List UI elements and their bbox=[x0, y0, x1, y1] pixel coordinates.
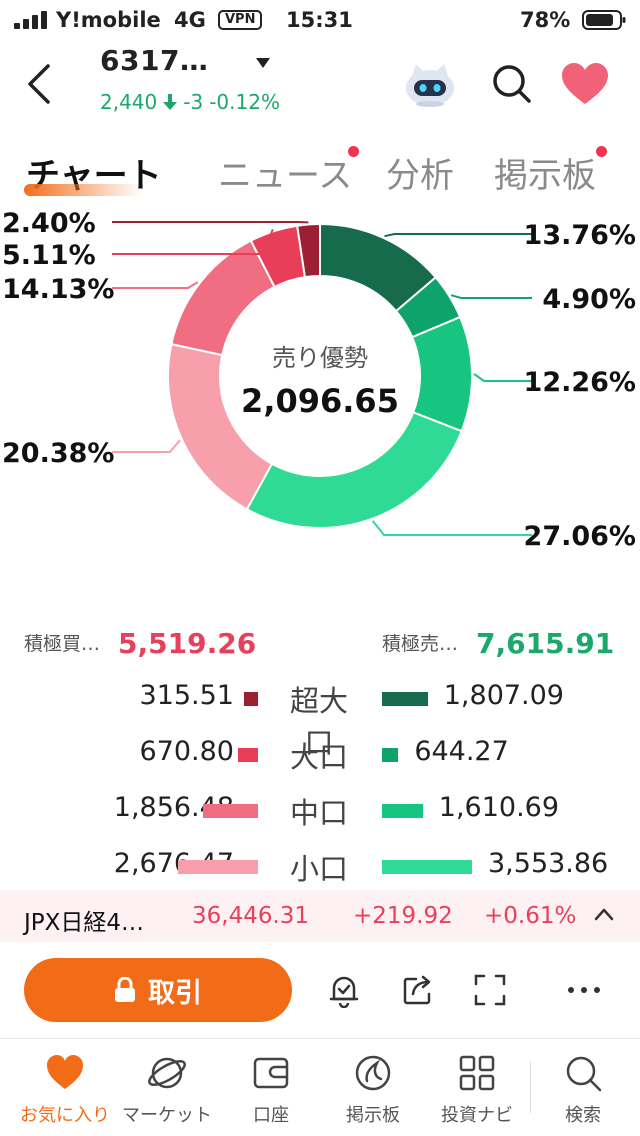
donut-slice bbox=[245, 411, 463, 529]
buy-bar bbox=[237, 748, 258, 762]
sell-value: 3,553.86 bbox=[488, 848, 609, 879]
trade-button-label: 取引 bbox=[148, 977, 202, 1009]
nav-search[interactable]: 検索 bbox=[530, 1039, 636, 1136]
nav-account[interactable]: 口座 bbox=[218, 1039, 324, 1136]
tab-bar: チャート ニュース 分析 掲示板 bbox=[0, 144, 640, 200]
nav-board[interactable]: 掲示板 bbox=[320, 1039, 426, 1136]
more-options-icon[interactable] bbox=[566, 972, 602, 1008]
donut-percent-label: 12.26% bbox=[524, 367, 636, 398]
nav-market[interactable]: マーケット bbox=[114, 1039, 220, 1136]
lock-icon bbox=[115, 977, 135, 1002]
donut-center-value: 2,096.65 bbox=[241, 382, 399, 420]
grid-icon bbox=[459, 1055, 495, 1091]
tab-board[interactable]: 掲示板 bbox=[494, 148, 596, 197]
nav-invest-navi[interactable]: 投資ナビ bbox=[424, 1039, 530, 1136]
donut-leader-line bbox=[384, 233, 532, 238]
breakdown-row-xl: 315.51 超大口 1,807.09 bbox=[0, 676, 640, 760]
carrier-name: Y!mobile bbox=[56, 8, 161, 32]
share-icon[interactable] bbox=[400, 972, 436, 1008]
vpn-badge: VPN bbox=[218, 10, 263, 30]
clock: 15:31 bbox=[286, 8, 353, 32]
search-icon[interactable] bbox=[490, 62, 532, 104]
aggressive-sell-summary: 積極売… 7,615.91 bbox=[382, 624, 615, 660]
sell-bar bbox=[382, 692, 428, 706]
chevron-up-icon[interactable] bbox=[592, 904, 616, 924]
battery-percent: 78% bbox=[520, 8, 571, 32]
aggressive-buy-label: 積極買… bbox=[24, 633, 101, 655]
active-tab-indicator bbox=[24, 184, 142, 196]
sell-bar bbox=[382, 804, 423, 818]
sell-value: 1,807.09 bbox=[443, 680, 564, 711]
aggressive-buy-summary: 積極買… 5,519.26 bbox=[24, 624, 257, 660]
trade-button[interactable]: 取引 bbox=[24, 958, 292, 1022]
price-change-pct: -0.12% bbox=[209, 90, 280, 114]
price-change: -3 bbox=[183, 90, 204, 114]
donut-percent-label: 20.38% bbox=[2, 438, 114, 469]
board-icon bbox=[355, 1055, 391, 1091]
tab-news[interactable]: ニュース bbox=[218, 148, 352, 197]
tab-analysis[interactable]: 分析 bbox=[386, 148, 454, 197]
donut-percent-label: 13.76% bbox=[524, 220, 636, 251]
news-unread-dot bbox=[348, 146, 359, 157]
search-icon bbox=[566, 1056, 602, 1092]
donut-center-title: 売り優勢 bbox=[272, 344, 368, 372]
buy-bar bbox=[202, 804, 258, 818]
stock-code[interactable]: 6317… bbox=[100, 44, 208, 77]
donut-leader-line bbox=[112, 439, 181, 453]
heart-icon bbox=[47, 1055, 83, 1089]
buy-bar bbox=[244, 692, 258, 706]
planet-icon bbox=[148, 1057, 186, 1089]
index-value: 36,446.31 bbox=[192, 903, 310, 929]
donut-percent-label: 14.13% bbox=[2, 274, 114, 305]
breakdown-row-large: 670.80 大口 644.27 bbox=[0, 732, 640, 778]
size-label: 大口 bbox=[289, 740, 348, 774]
donut-percent-label: 4.90% bbox=[542, 284, 636, 315]
breakdown-row-medium: 1,856.48 中口 1,610.69 bbox=[0, 788, 640, 834]
buy-value: 670.80 bbox=[139, 736, 234, 767]
back-arrow-icon[interactable] bbox=[22, 62, 56, 106]
buy-value: 315.51 bbox=[139, 680, 234, 711]
aggressive-buy-value: 5,519.26 bbox=[118, 627, 257, 660]
donut-percent-label: 5.11% bbox=[2, 240, 96, 271]
bottom-navigation: お気に入り マーケット 口座 掲示板 投資ナビ 検索 bbox=[0, 1038, 640, 1136]
wallet-icon bbox=[253, 1057, 289, 1089]
size-label: 中口 bbox=[289, 796, 348, 830]
price-alert-bell-icon[interactable] bbox=[326, 972, 362, 1008]
index-change-pct: +0.61% bbox=[484, 903, 577, 929]
aggressive-sell-label: 積極売… bbox=[382, 633, 459, 655]
current-price: 2,440 bbox=[100, 90, 158, 114]
sell-bar bbox=[382, 748, 399, 762]
arrow-down-icon bbox=[163, 94, 178, 110]
nav-label: 検索 bbox=[565, 1105, 601, 1126]
donut-leader-line bbox=[371, 520, 532, 536]
donut-slice bbox=[410, 315, 473, 433]
donut-percent-label: 27.06% bbox=[524, 521, 636, 552]
donut-leader-line bbox=[450, 294, 532, 299]
status-bar: Y!mobile 4G VPN 15:31 78% bbox=[0, 0, 640, 40]
sell-value: 1,610.69 bbox=[438, 792, 560, 823]
donut-slice bbox=[167, 342, 274, 511]
price-line: 2,440 -3 -0.12% bbox=[100, 90, 280, 114]
fullscreen-icon[interactable] bbox=[472, 972, 508, 1008]
breakdown-row-small: 2,676.47 小口 3,553.86 bbox=[0, 844, 640, 890]
donut-leader-line bbox=[112, 281, 199, 289]
index-ticker[interactable]: JPX日経4… 36,446.31 +219.92 +0.61% bbox=[0, 890, 640, 942]
robot-assistant-icon[interactable] bbox=[402, 58, 458, 108]
signal-icon bbox=[14, 11, 47, 29]
battery-icon bbox=[582, 10, 626, 30]
index-change: +219.92 bbox=[353, 903, 453, 929]
nav-favorites[interactable]: お気に入り bbox=[12, 1039, 118, 1136]
order-flow-donut-chart: 13.76% 4.90% 12.26% 27.06% 20.38% 14.13%5.11%… bbox=[2, 208, 636, 552]
sell-value: 644.27 bbox=[414, 736, 509, 767]
board-unread-dot bbox=[596, 146, 607, 157]
index-name: JPX日経4… bbox=[24, 910, 145, 936]
favorite-heart-icon[interactable] bbox=[560, 62, 610, 106]
buy-bar bbox=[178, 860, 258, 874]
donut-percent-label: 2.40% bbox=[2, 208, 96, 239]
sell-bar bbox=[382, 860, 472, 874]
caret-down-icon[interactable] bbox=[254, 56, 272, 70]
network-type: 4G bbox=[174, 8, 206, 32]
size-label: 小口 bbox=[289, 852, 348, 886]
aggressive-sell-value: 7,615.91 bbox=[476, 627, 615, 660]
